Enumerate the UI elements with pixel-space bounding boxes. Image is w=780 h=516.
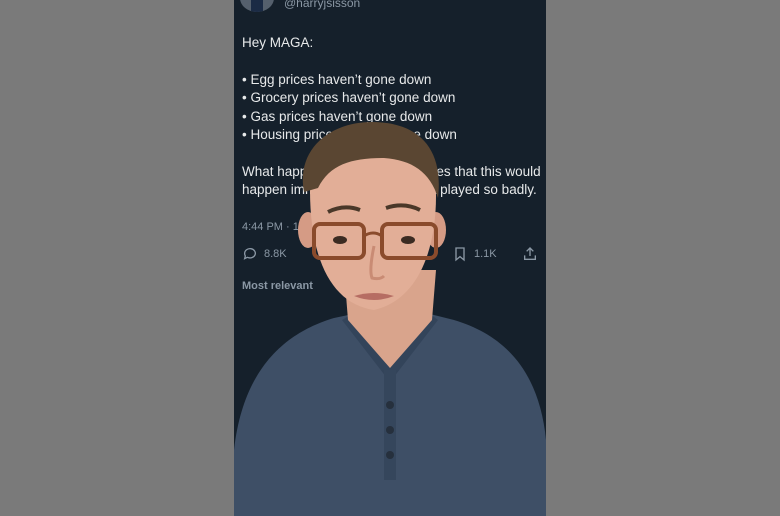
bookmark-action[interactable]: 1.1K bbox=[452, 246, 497, 262]
tweet-bullets: Egg prices haven’t gone down Grocery pri… bbox=[242, 71, 542, 145]
tweet-greeting: Hey MAGA: bbox=[242, 35, 314, 50]
tweet-screen: @harryjsisson Hey MAGA: Egg prices haven… bbox=[234, 0, 546, 516]
tweet-bullet: Gas prices haven’t gone down bbox=[242, 108, 542, 127]
mail-icon bbox=[514, 498, 530, 510]
bookmark-count: 1.1K bbox=[474, 248, 497, 260]
tweet-actions: 8.8K 1.1K bbox=[242, 246, 538, 264]
user-handle[interactable]: @harryjsisson bbox=[284, 0, 360, 10]
tweet-bullet: Grocery prices haven’t gone down bbox=[242, 89, 542, 108]
tweet-body: Hey MAGA: Egg prices haven’t gone down G… bbox=[242, 34, 542, 218]
tweet-bullet: Egg prices haven’t gone down bbox=[242, 71, 542, 90]
reply-count: 8.8K bbox=[264, 248, 287, 260]
bookmark-icon bbox=[455, 247, 465, 262]
tweet-closing: What happened to all the promises that t… bbox=[242, 163, 541, 198]
reply-icon bbox=[243, 248, 256, 260]
tweet-timestamp: 4:44 PM · 1/ bbox=[242, 221, 302, 233]
reply-sort-label[interactable]: Most relevant bbox=[242, 280, 313, 292]
reply-action[interactable]: 8.8K bbox=[242, 246, 287, 262]
tweet-bullet: Housing prices haven’t gone down bbox=[242, 126, 542, 145]
share-action[interactable] bbox=[522, 246, 538, 262]
share-icon bbox=[524, 247, 536, 260]
avatar[interactable] bbox=[240, 0, 274, 12]
messages-button[interactable] bbox=[502, 488, 542, 516]
